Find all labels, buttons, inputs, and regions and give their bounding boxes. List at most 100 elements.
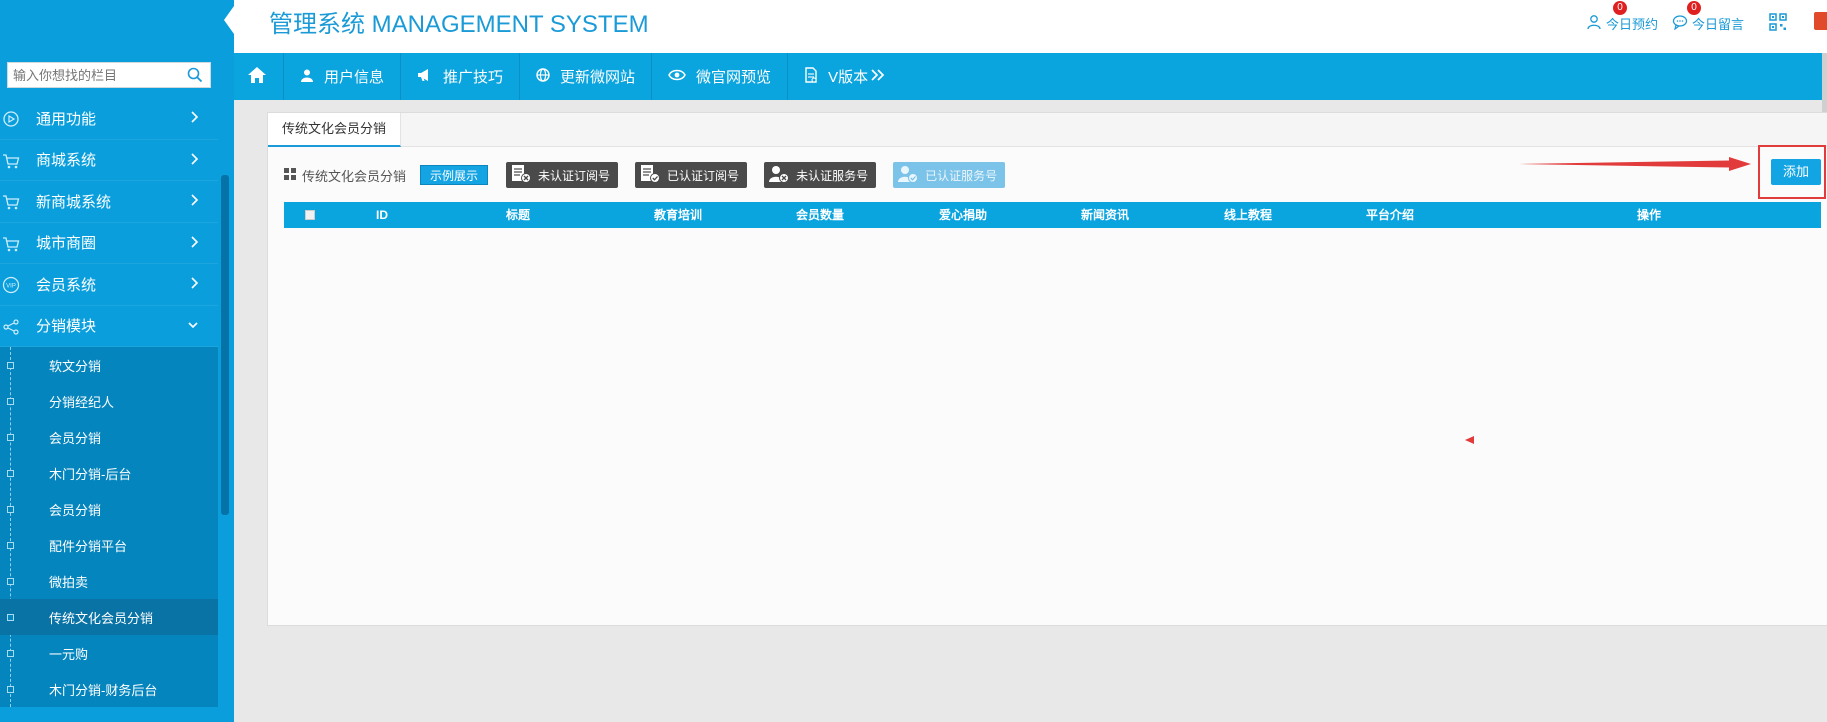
appointments-count-badge: 0	[1613, 1, 1627, 15]
eye-icon	[668, 68, 686, 85]
submenu-item[interactable]: 木门分销-后台	[0, 455, 218, 491]
submenu-item-label: 木门分销-后台	[49, 466, 132, 482]
today-messages-link[interactable]: 0 今日留言	[1672, 1, 1745, 33]
tree-node-icon	[7, 542, 14, 549]
today-messages-label: 今日留言	[1692, 17, 1745, 32]
sidebar-item-member[interactable]: VIP 会员系统	[0, 264, 218, 306]
sidebar-search-input[interactable]	[8, 63, 210, 87]
column-header-id: ID	[376, 208, 388, 222]
sidebar-scrollbar[interactable]	[221, 175, 229, 515]
sidebar-item-general[interactable]: 通用功能	[0, 98, 218, 140]
unverified-subscription-button[interactable]: 未认证订阅号	[506, 162, 619, 188]
verified-service-label: 已认证服务号	[925, 168, 998, 183]
user-icon	[300, 68, 314, 86]
nav-promotion-tips-label: 推广技巧	[443, 69, 504, 86]
share-icon	[2, 318, 20, 336]
qr-code-icon[interactable]	[1769, 13, 1787, 34]
search-icon[interactable]	[187, 67, 203, 86]
unverified-service-label: 未认证服务号	[796, 168, 869, 183]
select-all-checkbox[interactable]	[305, 210, 315, 220]
nav-home[interactable]	[234, 53, 284, 100]
submenu-item[interactable]: 木门分销-财务后台	[0, 671, 218, 707]
verified-subscription-label: 已认证订阅号	[667, 168, 740, 183]
add-button-highlight: 添加	[1758, 145, 1826, 199]
nav-user-info[interactable]: 用户信息	[284, 53, 402, 100]
person-x-icon	[768, 164, 790, 187]
column-header-title: 标题	[506, 208, 531, 222]
submenu-item[interactable]: 微拍卖	[0, 563, 218, 599]
user-icon	[1586, 14, 1602, 33]
submenu-item-active[interactable]: 传统文化会员分销	[0, 599, 218, 635]
column-header-education: 教育培训	[654, 208, 703, 222]
sidebar-item-label: 商城系统	[36, 152, 97, 170]
submenu-item[interactable]: 软文分销	[0, 347, 218, 383]
svg-text:VIP: VIP	[6, 284, 16, 290]
verified-service-button[interactable]: 已认证服务号	[893, 162, 1006, 188]
today-appointments-link[interactable]: 0 今日预约	[1586, 1, 1658, 33]
submenu-item[interactable]: 分销经纪人	[0, 383, 218, 419]
nav-version-label: V版本	[828, 69, 869, 86]
tree-node-icon	[7, 686, 14, 693]
submenu-item-label: 软文分销	[49, 358, 102, 374]
tree-node-icon	[7, 578, 14, 585]
submenu-item-label: 配件分销平台	[49, 538, 128, 554]
chevron-down-icon	[186, 318, 200, 336]
chevron-right-icon	[190, 110, 200, 128]
tree-node-icon	[7, 362, 14, 369]
tab-bar: 传统文化会员分销	[268, 113, 1827, 147]
submenu-item-label: 会员分销	[49, 430, 102, 446]
top-header: 管理系统 MANAGEMENT SYSTEM 0 今日预约 0 今日留言	[234, 0, 1827, 53]
submenu-item-label: 会员分销	[49, 502, 102, 518]
column-header-tutorial: 线上教程	[1224, 208, 1273, 222]
sidebar-toggle-notch[interactable]	[224, 6, 234, 34]
megaphone-icon	[417, 68, 433, 86]
tree-node-icon	[7, 614, 14, 621]
sidebar-item-new-mall[interactable]: 新商城系统	[0, 181, 218, 223]
sidebar: 通用功能 商城系统 新商城系统 城市商圈 VIP	[0, 0, 234, 722]
nav-site-preview[interactable]: 微官网预览	[652, 53, 789, 100]
sidebar-item-mall[interactable]: 商城系统	[0, 140, 218, 181]
column-header-platform-intro: 平台介绍	[1366, 208, 1415, 222]
submenu-item[interactable]: 会员分销	[0, 419, 218, 455]
vip-icon: VIP	[2, 276, 20, 294]
sidebar-item-label: 新商城系统	[36, 193, 112, 211]
list-toolbar: 传统文化会员分销 示例展示 未认证订阅号 已认证订阅号 未认证服务号 已认证服务…	[284, 161, 1022, 189]
sidebar-item-city-circle[interactable]: 城市商圈	[0, 223, 218, 264]
submenu-item[interactable]: 一元购	[0, 635, 218, 671]
doc-check-icon	[639, 164, 661, 187]
tree-node-icon	[7, 398, 14, 405]
distribution-submenu: 软文分销 分销经纪人 会员分销 木门分销-后台 会员分销 配件分销平台 微拍卖 …	[0, 347, 218, 707]
cart-icon	[2, 235, 20, 253]
column-header-news: 新闻资讯	[1081, 208, 1130, 222]
home-icon	[247, 66, 267, 88]
column-header-actions: 操作	[1637, 208, 1662, 222]
sidebar-item-label: 通用功能	[36, 110, 97, 128]
sidebar-item-distribution[interactable]: 分销模块	[0, 306, 218, 347]
add-button[interactable]: 添加	[1771, 159, 1821, 185]
tree-node-icon	[7, 650, 14, 657]
nav-update-site-label: 更新微网站	[560, 69, 636, 86]
verified-subscription-button[interactable]: 已认证订阅号	[635, 162, 748, 188]
nav-promotion-tips[interactable]: 推广技巧	[401, 53, 521, 100]
submenu-item-label: 微拍卖	[49, 574, 89, 590]
nav-version[interactable]: V版本	[788, 53, 902, 100]
unverified-subscription-label: 未认证订阅号	[538, 168, 611, 183]
submenu-item[interactable]: 会员分销	[0, 491, 218, 527]
submenu-item-label: 传统文化会员分销	[49, 610, 154, 626]
double-chevron-right-icon	[870, 68, 886, 86]
tree-node-icon	[7, 506, 14, 513]
cart-icon	[2, 193, 20, 211]
column-header-donation: 爱心捐助	[939, 208, 988, 222]
tab-traditional-culture-distribution[interactable]: 传统文化会员分销	[268, 113, 402, 147]
document-icon	[804, 66, 818, 87]
tree-node-icon	[7, 434, 14, 441]
submenu-item[interactable]: 配件分销平台	[0, 527, 218, 563]
nav-update-site[interactable]: 更新微网站	[520, 53, 653, 100]
logout-icon[interactable]	[1814, 12, 1827, 30]
chevron-right-icon	[190, 193, 200, 211]
annotation-arrow	[1519, 157, 1751, 171]
chevron-right-icon	[190, 235, 200, 253]
globe-icon	[536, 67, 550, 86]
unverified-service-button[interactable]: 未认证服务号	[764, 162, 877, 188]
demo-button[interactable]: 示例展示	[420, 165, 489, 185]
